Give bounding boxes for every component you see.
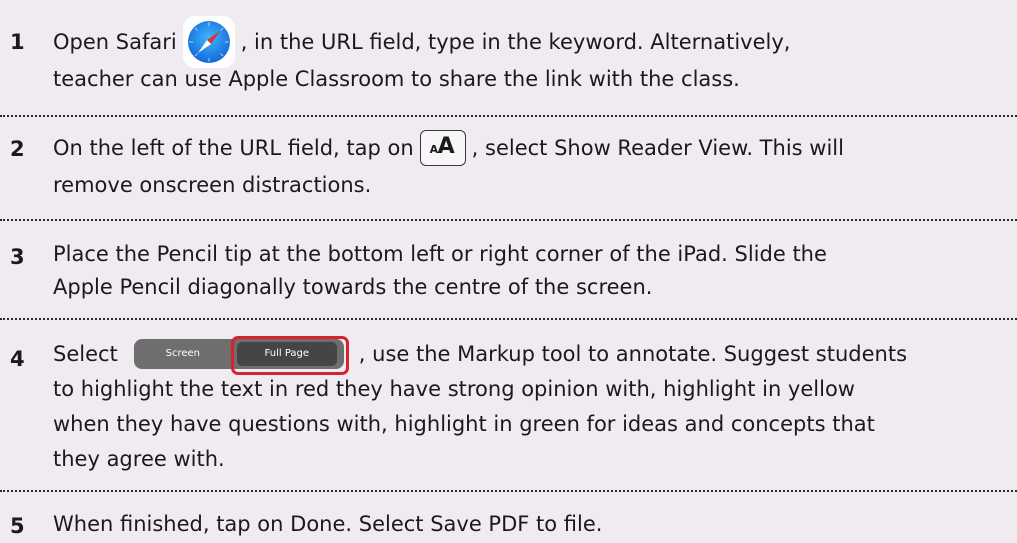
step-text-part: On the left of the URL field, tap on [53,136,414,160]
step-text-line: Place the Pencil tip at the bottom left … [53,242,827,266]
step-text: Open Safari , in the URL field, type in … [53,16,1013,98]
step-text-part: , select Show Reader View. This will [471,136,844,160]
step-number: 1 [10,30,25,54]
step-text: Place the Pencil tip at the bottom left … [53,238,1013,304]
step-text-line: Apple Pencil diagonally towards the cent… [53,275,653,299]
step-text-line: When finished, tap on Done. Select Save … [53,512,603,536]
step-text-line: teacher can use Apple Classroom to share… [53,67,740,91]
step-text-line: they agree with. [53,447,225,471]
segment-screen: Screen [165,348,200,359]
step-text: On the left of the URL field, tap on A A, … [53,130,1013,204]
step-text-line: when they have questions with, highlight… [53,412,875,436]
step-text: When finished, tap on Done. Select Save … [53,506,1013,543]
divider [0,490,1017,492]
step-number: 2 [10,137,25,161]
step-number: 3 [10,245,25,269]
step-text-part: Select [53,342,118,366]
step-text-line: to highlight the text in red they have s… [53,377,855,401]
step-text-part: Open Safari [53,30,177,54]
step-text-part: , in the URL field, type in the keyword.… [240,30,791,54]
divider [0,318,1017,320]
divider [0,115,1017,117]
screen-fullpage-segmented-control: Screen Full Page [133,336,349,375]
reader-view-aa-icon: AA [419,130,466,166]
full-page-highlight [230,336,349,375]
instructions-page: 1 Open Safari , in the URL field, type i… [0,0,1017,538]
safari-icon [182,16,235,68]
step-number: 4 [10,347,25,371]
step-text: Select Screen Full Page , use the Markup to… [53,336,1013,477]
divider [0,219,1017,221]
aa-big-letter: A [437,134,455,159]
step-text-part: , use the Markup tool to annotate. Sugge… [358,342,908,366]
step-text-line: remove onscreen distractions. [53,173,372,197]
step-number: 5 [10,514,25,538]
